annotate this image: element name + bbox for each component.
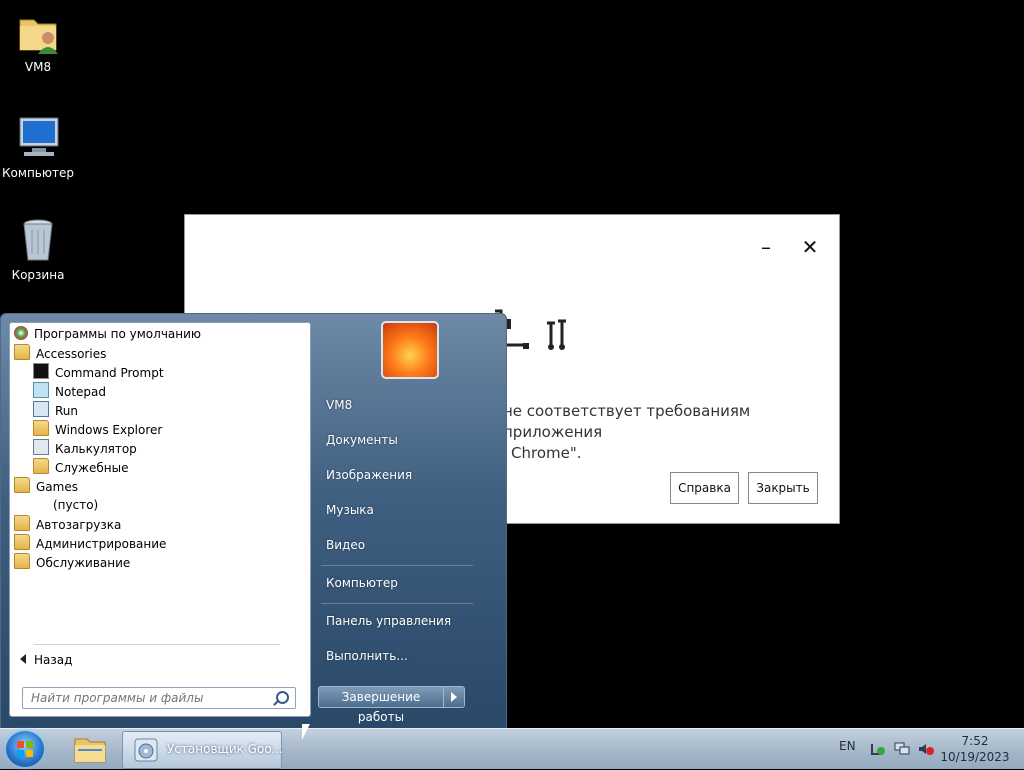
right-item-music[interactable]: Музыка [326,503,374,517]
programs-separator [34,644,280,645]
right-item-user[interactable]: VM8 [326,398,352,412]
taskbar: Установщик Goo... EN 7:52 10/19/2023 [0,728,1024,769]
windows-logo-icon [17,741,33,757]
close-button[interactable]: Закрыть [748,472,818,504]
right-item-documents[interactable]: Документы [326,433,398,447]
back-label: Назад [34,653,73,667]
search-icon[interactable] [276,691,289,704]
desktop-icon-label: Компьютер [2,166,74,180]
program-label: Служебные [55,461,129,475]
program-label: Run [55,404,79,418]
folder-icon [14,515,30,531]
minimize-button[interactable]: – [751,235,781,259]
program-label: Command Prompt [55,366,164,380]
start-menu: Программы по умолчанию Accessories Comma… [0,313,507,729]
program-run[interactable]: Run [33,401,78,420]
explorer-icon [33,420,49,436]
program-label: (пусто) [53,498,99,512]
program-label: Notepad [55,385,106,399]
calculator-icon [33,439,49,455]
program-label: Калькулятор [55,442,137,456]
desktop-icon-vm8[interactable]: VM8 [2,8,74,74]
program-label: Автозагрузка [36,518,122,532]
shutdown-options-arrow-icon[interactable] [444,686,465,708]
volume-muted-icon[interactable] [918,742,934,756]
language-indicator[interactable]: EN [839,739,856,753]
search-input[interactable] [29,688,273,708]
error-message: не соответствует требованиям приложения … [503,401,823,464]
shutdown-control: Завершение работы [318,686,465,724]
program-label: Программы по умолчанию [34,327,202,341]
program-maintenance[interactable]: Обслуживание [14,553,130,572]
right-item-computer[interactable]: Компьютер [326,576,398,590]
back-arrow-icon [20,654,26,664]
program-notepad[interactable]: Notepad [33,382,106,401]
clock[interactable]: 7:52 10/19/2023 [940,733,1010,765]
program-windows-explorer[interactable]: Windows Explorer [33,420,162,439]
program-label: Accessories [36,347,107,361]
program-label: Администрирование [36,537,167,551]
folder-icon [14,344,30,360]
close-window-button[interactable]: ✕ [795,235,825,259]
start-button[interactable] [6,731,44,767]
folder-icon [14,553,30,569]
desktop-icon-label: VM8 [24,60,52,74]
recycle-bin-icon [14,216,62,264]
program-calculator[interactable]: Калькулятор [33,439,137,458]
default-programs-icon [14,326,28,340]
program-administration[interactable]: Администрирование [14,534,166,553]
taskbar-installer-button[interactable]: Установщик Goo... [122,731,283,769]
programs-pane: Программы по умолчанию Accessories Comma… [9,322,311,717]
program-label: Windows Explorer [55,423,163,437]
run-icon [33,401,49,417]
folder-icon [33,458,49,474]
explorer-folder-icon [74,738,106,763]
program-label: Games [36,480,78,494]
program-default-programs[interactable]: Программы по умолчанию [14,325,201,344]
desktop-icon-label: Корзина [11,268,65,282]
right-separator [321,565,473,566]
program-command-prompt[interactable]: Command Prompt [33,363,164,382]
program-startup[interactable]: Автозагрузка [14,515,121,534]
user-folder-icon [14,8,62,56]
right-separator [321,603,473,604]
user-picture-avatar[interactable] [381,321,439,379]
installer-icon [134,738,158,762]
error-message-line-1: не соответствует требованиям приложения [503,402,751,441]
right-item-videos[interactable]: Видео [326,538,365,552]
notepad-icon [33,382,49,398]
program-label: Обслуживание [36,556,131,570]
desktop-icon-computer[interactable]: Компьютер [2,114,74,180]
cmd-icon [33,363,49,379]
error-message-line-2: Chrome". [511,444,582,462]
help-button[interactable]: Справка [670,472,739,504]
program-system-tools[interactable]: Служебные [33,458,128,477]
clock-date: 10/19/2023 [940,750,1010,764]
back-button[interactable]: Назад [20,653,72,667]
network-icon[interactable] [894,742,910,756]
taskbar-installer-label: Установщик Goo... [167,742,283,756]
desktop-icon-recycle-bin[interactable]: Корзина [2,216,74,282]
program-games[interactable]: Games [14,477,78,496]
search-box[interactable] [22,687,296,709]
shutdown-button[interactable]: Завершение работы [318,686,444,724]
folder-icon [14,534,30,550]
right-item-pictures[interactable]: Изображения [326,468,412,482]
right-item-run[interactable]: Выполнить... [326,649,408,663]
computer-icon [14,114,62,162]
taskbar-explorer-button[interactable] [64,731,116,767]
right-item-control-panel[interactable]: Панель управления [326,614,451,628]
action-center-icon[interactable] [870,742,886,756]
program-empty: (пусто) [53,496,98,515]
mouse-cursor-icon [302,724,310,740]
program-accessories[interactable]: Accessories [14,344,106,363]
folder-icon [14,477,30,493]
clock-time: 7:52 [961,734,989,748]
